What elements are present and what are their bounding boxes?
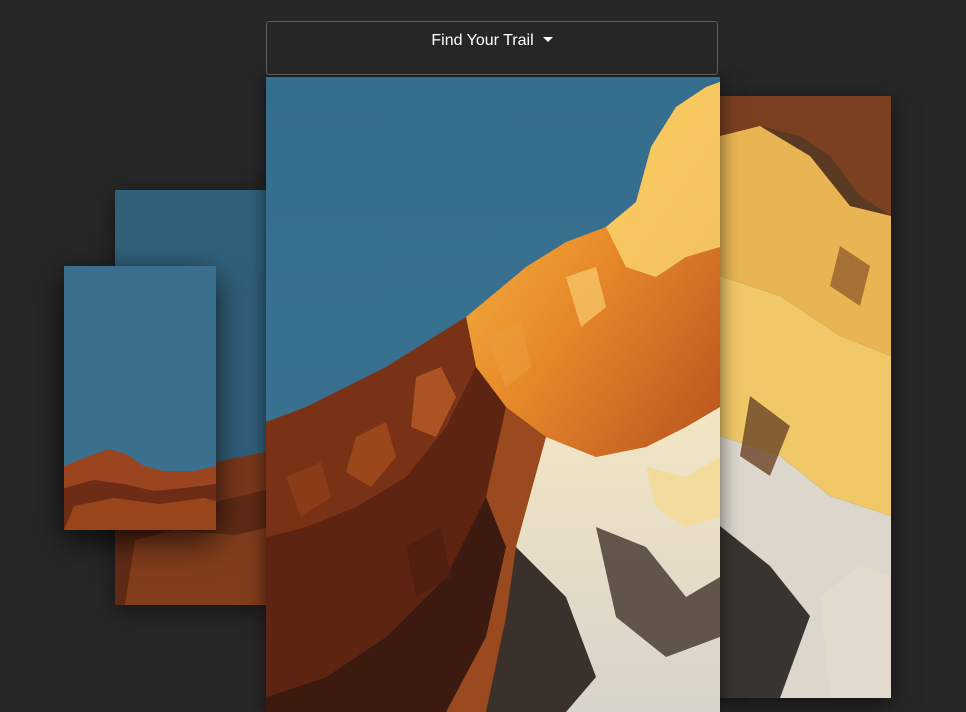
mountain-image-panel-center	[266, 77, 720, 712]
caret-down-icon	[542, 37, 553, 42]
mountain-image	[64, 266, 216, 530]
dropdown-toggle-label: Find Your Trail	[431, 32, 534, 49]
trail-dropdown: Find Your Trail	[266, 21, 718, 75]
mountain-image	[266, 77, 720, 712]
mountain-image-panel-right	[720, 96, 891, 698]
mountain-image	[720, 96, 891, 698]
stage: Find Your Trail	[0, 0, 966, 712]
mountain-image-panel-front-left	[64, 266, 216, 530]
find-your-trail-dropdown-toggle[interactable]: Find Your Trail	[267, 30, 717, 52]
